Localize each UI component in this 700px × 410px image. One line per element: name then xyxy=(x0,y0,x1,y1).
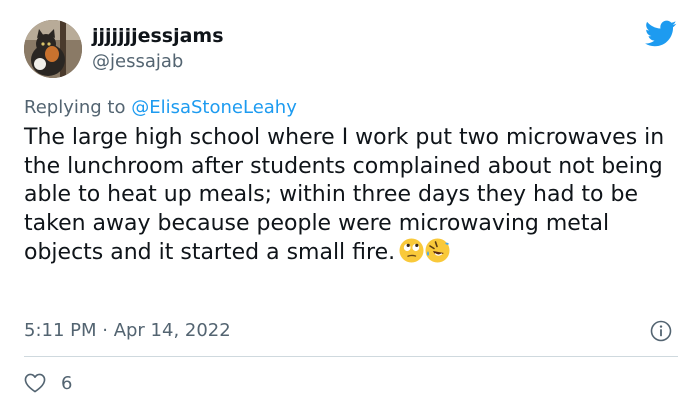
rolling-on-the-floor-laughing-emoji xyxy=(425,238,450,263)
avatar[interactable] xyxy=(24,20,82,78)
replying-to-label: Replying to xyxy=(24,97,126,118)
info-icon[interactable] xyxy=(650,320,672,342)
tweet-card: jjjjjjjessjams @jessajab Replying to @El… xyxy=(0,0,700,410)
face-with-rolling-eyes-emoji xyxy=(399,238,424,263)
user-handle[interactable]: @jessajab xyxy=(92,51,183,72)
divider xyxy=(24,356,678,357)
replying-to-line: Replying to @ElisaStoneLeahy xyxy=(24,97,297,118)
like-count: 6 xyxy=(61,372,73,394)
like-button[interactable]: 6 xyxy=(24,372,72,394)
reply-mention-link[interactable]: @ElisaStoneLeahy xyxy=(131,97,297,118)
display-name[interactable]: jjjjjjjessjams xyxy=(92,25,224,47)
tweet-timestamp[interactable]: 5:11 PM · Apr 14, 2022 xyxy=(24,320,231,341)
heart-icon xyxy=(24,373,46,393)
twitter-bird-icon[interactable] xyxy=(644,20,677,48)
tweet-text: The large high school where I work put t… xyxy=(24,125,665,265)
tweet-body: The large high school where I work put t… xyxy=(24,124,684,268)
